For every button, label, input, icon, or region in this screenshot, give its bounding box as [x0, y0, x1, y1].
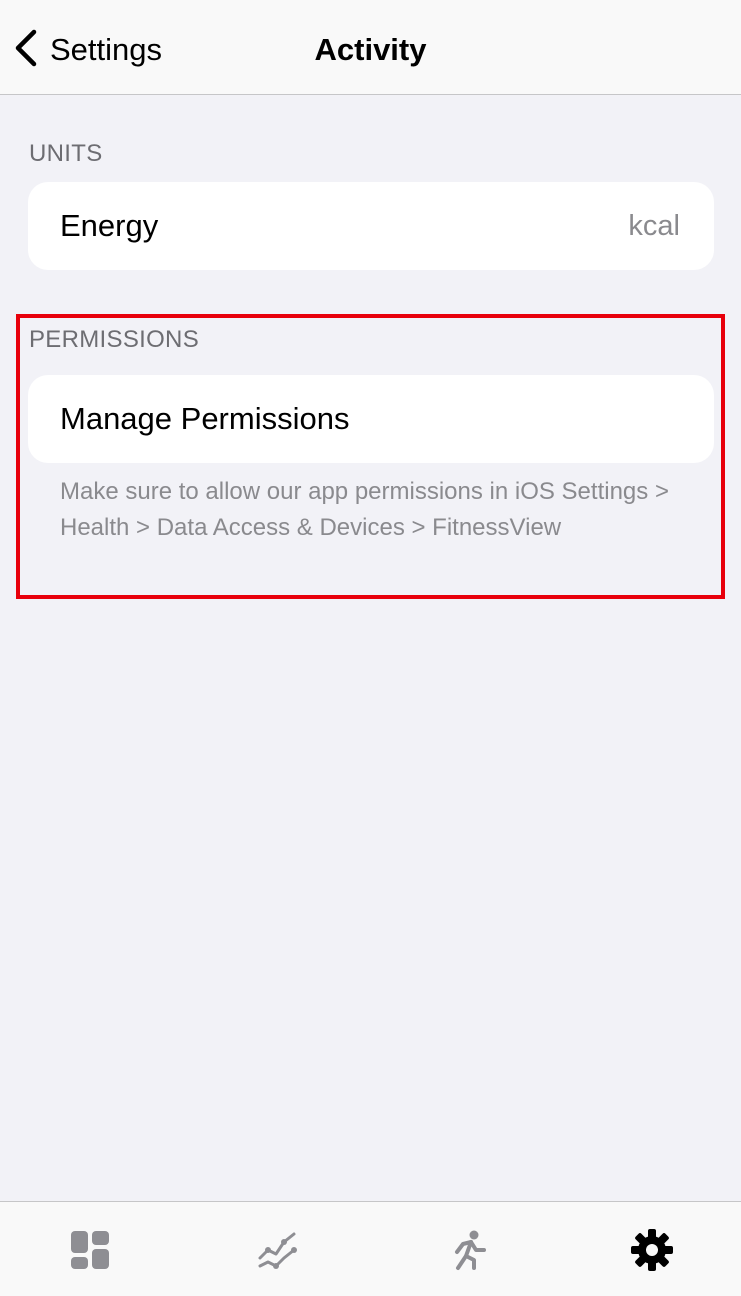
units-section-header: UNITS	[29, 140, 103, 167]
dashboard-icon	[68, 1228, 112, 1277]
tab-bar	[0, 1201, 741, 1296]
energy-value: kcal	[628, 210, 680, 242]
energy-row[interactable]: Energy kcal	[28, 182, 714, 270]
navigation-bar: Settings Activity	[0, 0, 741, 95]
tab-workouts[interactable]	[442, 1228, 490, 1276]
permissions-section-header: PERMISSIONS	[29, 326, 199, 353]
tab-trends[interactable]	[254, 1228, 302, 1276]
gear-icon	[630, 1228, 674, 1277]
manage-permissions-row[interactable]: Manage Permissions	[28, 375, 714, 463]
trend-chart-icon	[256, 1228, 300, 1277]
energy-label: Energy	[60, 208, 159, 243]
tab-settings[interactable]	[628, 1228, 676, 1276]
permissions-footer-text: Make sure to allow our app permissions i…	[60, 478, 669, 541]
page-title: Activity	[314, 32, 427, 67]
tab-dashboard[interactable]	[66, 1228, 114, 1276]
manage-permissions-label: Manage Permissions	[60, 401, 350, 436]
running-icon	[444, 1228, 488, 1277]
